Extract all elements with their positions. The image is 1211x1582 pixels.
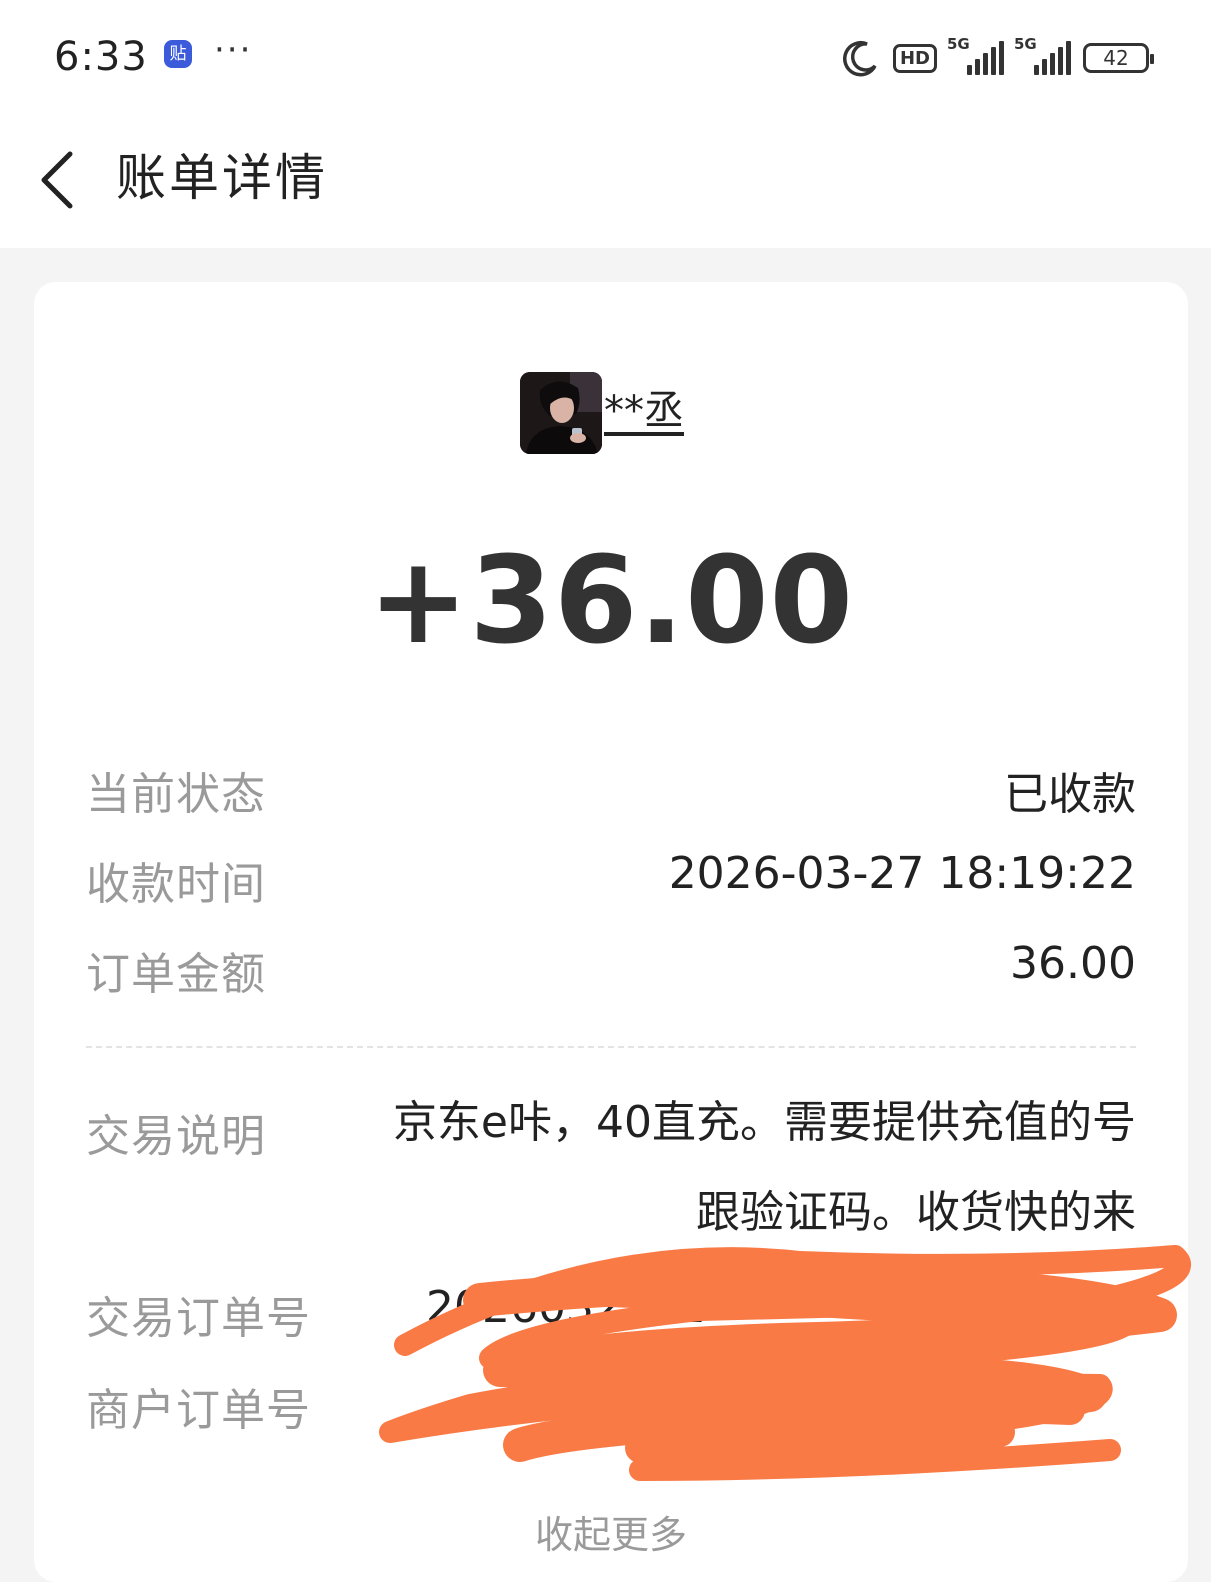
time-row: 收款时间 2026-03-27 18:19:22 <box>86 848 1136 910</box>
chevron-left-icon <box>41 151 73 209</box>
merchant-order-label: 商户订单号 <box>86 1385 311 1436</box>
notification-app-icon: 贴 <box>164 40 192 68</box>
more-notifications-icon: ··· <box>214 30 253 70</box>
order-amount-value: 36.00 <box>1010 938 1136 989</box>
avatar-photo <box>520 372 602 454</box>
bill-detail-card: **丞 +36.00 当前状态 已收款 收款时间 2026-03-27 18:1… <box>34 282 1188 1582</box>
status-value: 已收款 <box>1004 769 1136 820</box>
description-row: 交易说明 京东e咔，40直充。需要提供充值的号跟验证码。收货快的来 <box>86 1097 1136 1290</box>
trade-order-label: 交易订单号 <box>86 1293 311 1344</box>
page-title: 账单详情 <box>116 149 328 207</box>
clock: 6:33 <box>54 34 148 80</box>
hd-voice-icon: HD <box>892 43 937 73</box>
collapse-more-label: 收起更多 <box>534 1513 687 1557</box>
status-label: 当前状态 <box>86 769 266 820</box>
back-button[interactable] <box>36 144 96 214</box>
trade-order-row: 交易订单号 2026032722 <box>86 1282 1136 1344</box>
merchant-order-row: 商户订单号 12 <box>86 1374 1136 1436</box>
network-type-label: 5G <box>1014 35 1037 53</box>
collapse-more-button[interactable]: 收起更多 <box>34 1504 1188 1559</box>
nav-bar: 账单详情 <box>0 110 1211 248</box>
network-type-label: 5G <box>947 35 970 53</box>
transaction-amount: +36.00 <box>367 532 855 671</box>
do-not-disturb-moon-icon <box>843 40 877 77</box>
payer-name-link[interactable]: **丞 <box>604 378 684 436</box>
order-amount-label: 订单金额 <box>86 949 266 1000</box>
battery-icon: 42 <box>1083 43 1154 73</box>
trade-order-value[interactable]: 2026032722 <box>426 1282 706 1333</box>
payer-avatar[interactable] <box>520 372 602 454</box>
time-value: 2026-03-27 18:19:22 <box>668 848 1136 899</box>
description-label: 交易说明 <box>86 1111 266 1162</box>
order-amount-row: 订单金额 36.00 <box>86 938 1136 1000</box>
status-row: 当前状态 已收款 <box>86 758 1136 820</box>
signal-1-icon: 5G <box>947 35 1004 75</box>
status-bar: 6:33 贴 ··· HD 5G 5G 42 <box>0 0 1211 110</box>
dashed-divider <box>86 1046 1136 1048</box>
signal-2-icon: 5G <box>1014 35 1071 75</box>
time-label: 收款时间 <box>86 859 266 910</box>
merchant-order-value[interactable]: 12 <box>506 1374 562 1425</box>
status-icons: HD 5G 5G 42 <box>841 35 1154 80</box>
description-value: 京东e咔，40直充。需要提供充值的号跟验证码。收货快的来 <box>392 1097 1136 1238</box>
